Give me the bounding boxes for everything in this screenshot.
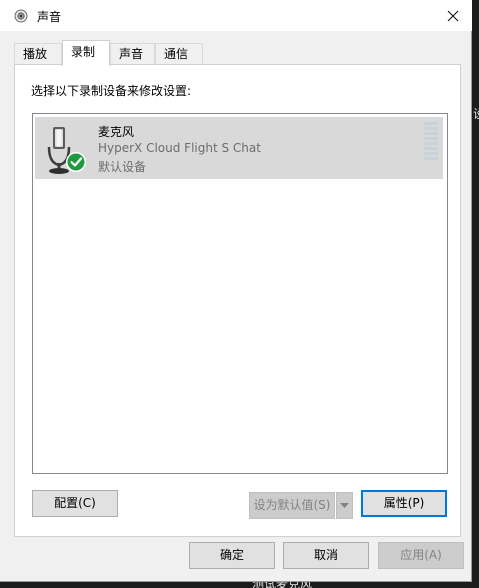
ok-button[interactable]: 确定 — [189, 542, 275, 569]
title-bar: 声音 — [0, 0, 472, 31]
level-meter — [424, 122, 438, 162]
close-button[interactable] — [434, 0, 472, 31]
level-bar — [424, 142, 438, 145]
level-bar — [424, 157, 438, 160]
level-bar — [424, 152, 438, 155]
tab-communications[interactable]: 通信 — [155, 43, 203, 65]
tab-recording[interactable]: 录制 — [62, 40, 110, 66]
tab-playback[interactable]: 播放 — [14, 43, 62, 65]
instruction-text: 选择以下录制设备来修改设置: — [31, 84, 192, 98]
window-title: 声音 — [37, 10, 62, 24]
device-status: 默认设备 — [98, 160, 147, 174]
configure-button[interactable]: 配置(C) — [32, 490, 118, 517]
device-name: 麦克风 — [98, 125, 135, 139]
properties-button[interactable]: 属性(P) — [361, 490, 447, 517]
microphone-icon — [47, 127, 86, 174]
level-bar — [424, 127, 438, 130]
cancel-button[interactable]: 取消 — [283, 542, 369, 569]
level-bar — [424, 137, 438, 140]
tab-sounds[interactable]: 声音 — [110, 43, 155, 65]
device-description: HyperX Cloud Flight S Chat — [98, 141, 261, 155]
level-bar — [424, 122, 438, 125]
device-list[interactable]: 麦克风 HyperX Cloud Flight S Chat 默认设备 — [32, 113, 448, 474]
set-default-dropdown[interactable] — [336, 492, 353, 519]
chevron-down-icon — [340, 502, 349, 508]
level-bar — [424, 147, 438, 150]
set-default-split-button: 设为默认值(S) — [249, 492, 353, 519]
speaker-icon — [14, 9, 28, 23]
level-bar — [424, 132, 438, 135]
close-icon — [447, 10, 459, 21]
list-item[interactable]: 麦克风 HyperX Cloud Flight S Chat 默认设备 — [35, 117, 443, 179]
apply-button[interactable]: 应用(A) — [378, 542, 464, 569]
recording-panel: 选择以下录制设备来修改设置: 麦克风 HyperX Cloud Flight S… — [14, 64, 461, 537]
set-default-button[interactable]: 设为默认值(S) — [249, 492, 335, 519]
background-glyph: 设 — [473, 107, 479, 121]
sound-dialog: 声音 播放 录制 声音 通信 选择以下录制设备来修改设置: 麦克风 HyperX… — [0, 0, 472, 582]
